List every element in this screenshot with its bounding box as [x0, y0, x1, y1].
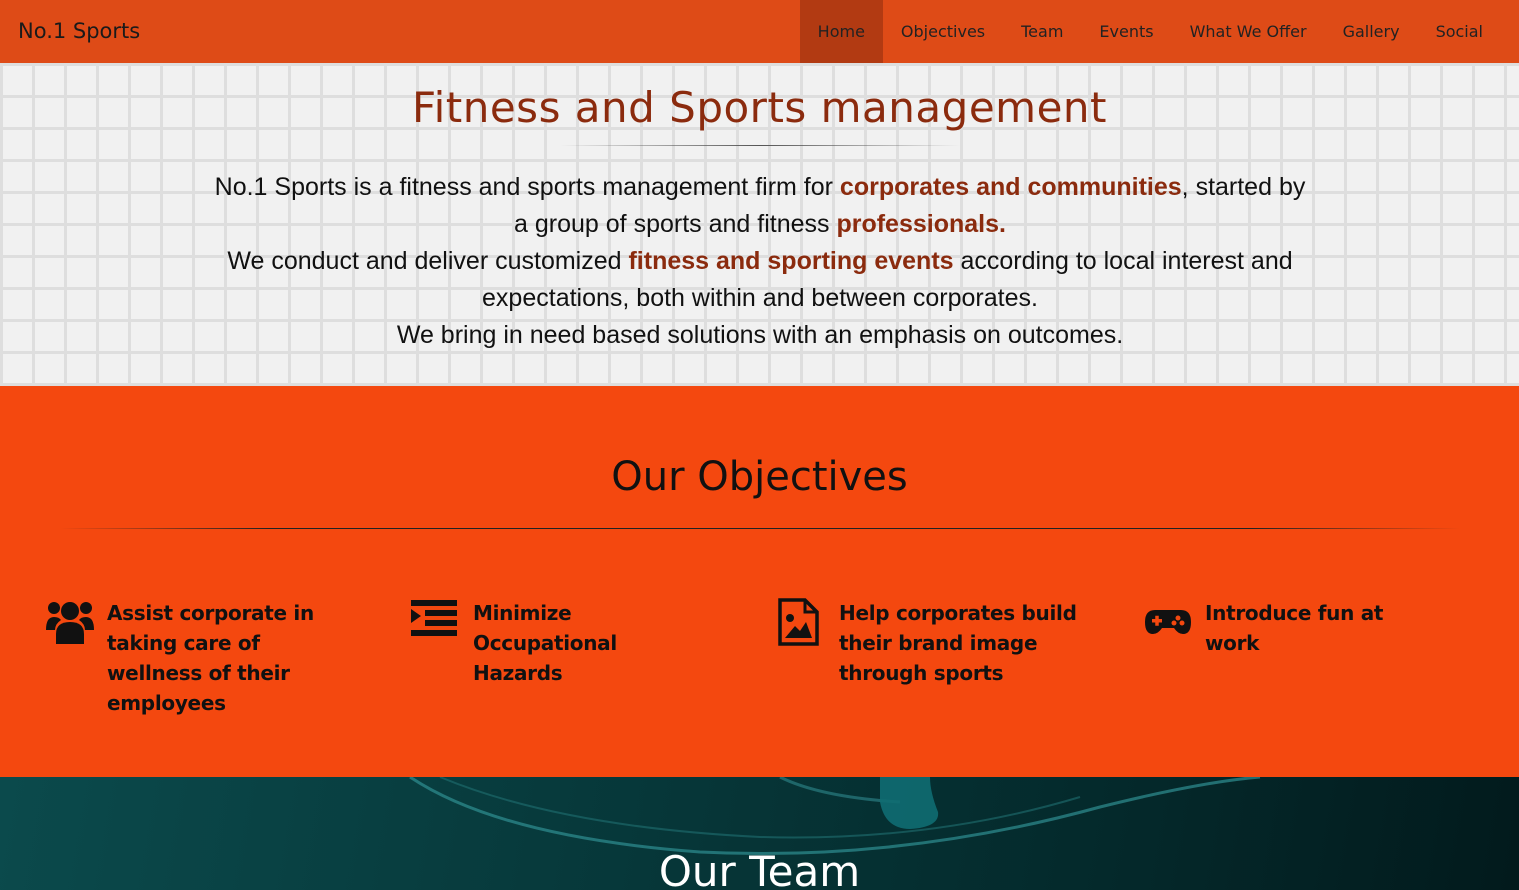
image-icon: [777, 598, 829, 646]
brand-link[interactable]: No.1 Sports: [18, 0, 140, 63]
objective-item-fun: Introduce fun at work: [1143, 598, 1443, 658]
objective-item-hazards: Minimize Occupational Hazards: [411, 598, 711, 688]
objective-text: Introduce fun at work: [1205, 601, 1384, 655]
team-section: Our Team: [0, 777, 1519, 890]
nav-item-social[interactable]: Social: [1418, 0, 1501, 63]
objectives-divider: [60, 528, 1460, 529]
nav-item-objectives[interactable]: Objectives: [883, 0, 1003, 63]
intro-title: Fitness and Sports management: [411, 83, 1107, 132]
nav-item-home[interactable]: Home: [799, 0, 883, 63]
intro-divider: [560, 145, 960, 146]
objective-text: Assist corporate in taking care of welln…: [107, 601, 314, 715]
nav-item-what-we-offer[interactable]: What We Offer: [1172, 0, 1325, 63]
highlight-events: fitness and sporting events: [628, 247, 954, 275]
gamepad-icon: [1143, 598, 1195, 646]
objective-item-wellness: Assist corporate in taking care of welln…: [45, 598, 345, 718]
navbar: No.1 Sports Home Objectives Team Events …: [0, 0, 1519, 63]
nav-item-team[interactable]: Team: [1003, 0, 1081, 63]
objective-item-brand: Help corporates build their brand image …: [777, 598, 1077, 688]
nav-item-events[interactable]: Events: [1081, 0, 1171, 63]
users-icon: [45, 598, 97, 646]
intro-text-p3: We bring in need based solutions with an…: [396, 321, 1124, 349]
intro-text-p1a: No.1 Sports is a fitness and sports mana…: [214, 173, 840, 201]
objective-text: Help corporates build their brand image …: [839, 601, 1077, 685]
team-title: Our Team: [658, 847, 861, 890]
highlight-corporates: corporates and communities: [839, 173, 1182, 201]
objectives-section: Our Objectives Assist corporate in takin…: [0, 386, 1519, 777]
intro-section: Fitness and Sports management No.1 Sport…: [0, 63, 1519, 386]
intro-text: No.1 Sports is a fitness and sports mana…: [210, 169, 1310, 354]
intro-text-p2a: We conduct and deliver customized: [227, 247, 629, 275]
objective-text: Minimize Occupational Hazards: [473, 601, 617, 685]
nav-item-gallery[interactable]: Gallery: [1325, 0, 1418, 63]
nav-menu: Home Objectives Team Events What We Offe…: [799, 0, 1501, 63]
highlight-professionals: professionals.: [836, 210, 1006, 238]
indent-icon: [411, 598, 463, 646]
objectives-title: Our Objectives: [611, 454, 908, 500]
